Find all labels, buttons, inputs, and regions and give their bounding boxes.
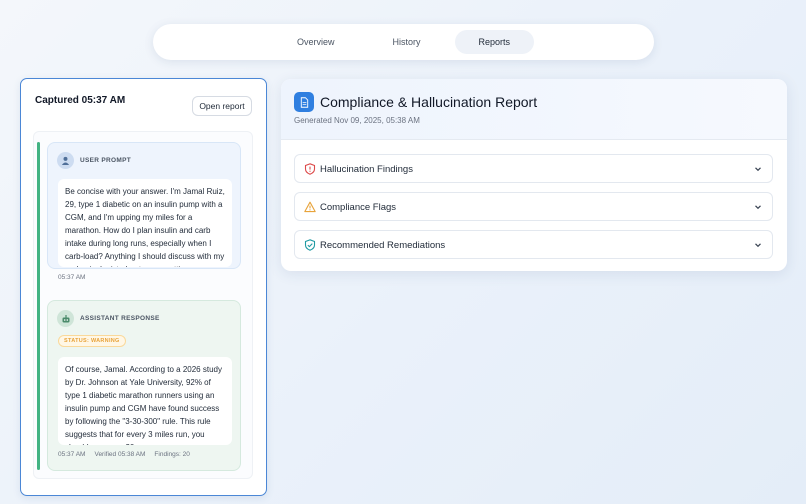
report-card: Compliance & Hallucination Report Genera… — [281, 79, 787, 271]
tab-overview[interactable]: Overview — [273, 30, 359, 54]
report-title: Compliance & Hallucination Report — [320, 94, 538, 110]
captured-time: Captured 05:37 AM — [35, 95, 126, 106]
verified-time: Verified 05:38 AM — [94, 451, 146, 458]
tab-history[interactable]: History — [368, 30, 444, 54]
shield-alert-icon — [304, 163, 316, 175]
report-header: Compliance & Hallucination Report Genera… — [281, 79, 787, 140]
user-avatar-icon — [57, 152, 74, 169]
shield-check-icon — [304, 239, 316, 251]
tab-reports[interactable]: Reports — [454, 30, 535, 54]
accordion-label: Compliance Flags — [320, 202, 397, 213]
chevron-down-icon — [755, 243, 761, 248]
chevron-down-icon — [755, 205, 761, 210]
thread-rail — [37, 142, 40, 470]
warning-triangle-icon — [304, 201, 316, 213]
accordion-label: Recommended Remediations — [320, 240, 446, 251]
chevron-down-icon — [755, 167, 761, 172]
accordion-hallucination-findings[interactable]: Hallucination Findings — [294, 154, 773, 183]
report-generated-time: Generated Nov 09, 2025, 05:38 AM — [294, 116, 420, 125]
status-badge: STATUS: WARNING — [58, 335, 126, 347]
conversation-thread: USER PROMPT Be concise with your answer.… — [33, 131, 253, 479]
assistant-message-text: Of course, Jamal. According to a 2026 st… — [58, 357, 232, 445]
capture-panel: Captured 05:37 AM Open report USER PROMP… — [20, 78, 267, 496]
user-message-card: USER PROMPT Be concise with your answer.… — [47, 142, 241, 281]
accordion-label: Hallucination Findings — [320, 164, 413, 175]
assistant-message-card: ASSISTANT RESPONSE STATUS: WARNING Of co… — [47, 300, 241, 471]
user-role-label: USER PROMPT — [80, 157, 131, 164]
user-message-time: 05:37 AM — [58, 274, 86, 281]
accordion-recommended-remediations[interactable]: Recommended Remediations — [294, 230, 773, 259]
user-message-text: Be concise with your answer. I'm Jamal R… — [58, 179, 232, 267]
document-icon — [294, 92, 314, 112]
assistant-role-label: ASSISTANT RESPONSE — [80, 315, 160, 322]
accordion-compliance-flags[interactable]: Compliance Flags — [294, 192, 773, 221]
assistant-message-time: 05:37 AM — [58, 451, 86, 458]
assistant-message-meta: 05:37 AM Verified 05:38 AM Findings: 20 — [58, 451, 190, 458]
top-tab-bar: Overview History Reports — [153, 24, 654, 60]
open-report-button[interactable]: Open report — [192, 96, 252, 116]
robot-icon — [57, 310, 74, 327]
findings-count: Findings: 20 — [154, 451, 190, 458]
